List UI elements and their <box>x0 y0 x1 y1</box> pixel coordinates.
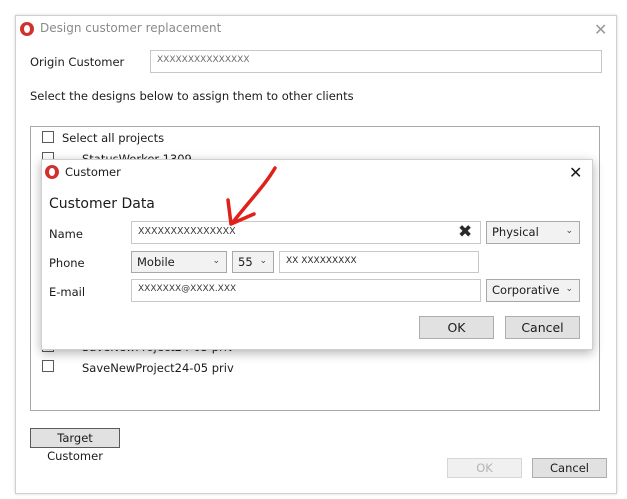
annotation-arrow-icon <box>226 166 277 226</box>
